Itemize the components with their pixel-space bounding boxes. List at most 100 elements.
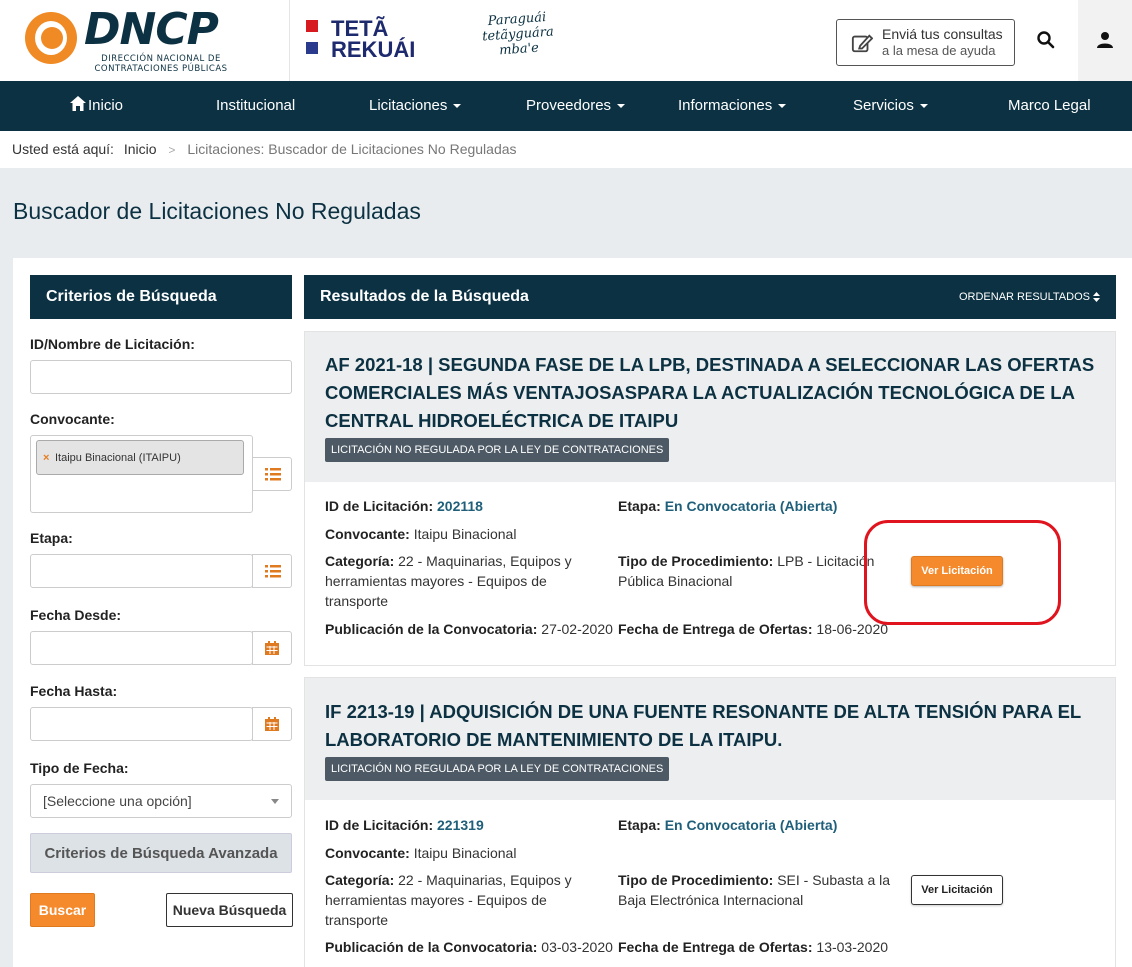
field-label: Etapa:	[618, 817, 661, 833]
etapa-input[interactable]	[30, 554, 253, 588]
breadcrumb-prefix: Usted está aquí:	[12, 141, 114, 157]
fecha-desde-calendar-button[interactable]	[252, 631, 292, 665]
paraguai-logo: Paraguái tetãyguára mba'e	[469, 9, 568, 61]
field-value: Itaipu Binacional	[413, 845, 517, 861]
nav-item-marco-legal[interactable]: Marco Legal	[1008, 81, 1091, 131]
status-badge: LICITACIÓN NO REGULADA POR LA LEY DE CON…	[325, 757, 670, 781]
nav-item-licitaciones[interactable]: Licitaciones	[369, 81, 462, 131]
id-licitacion-field: ID de Licitación: 221319	[325, 815, 484, 835]
result-card-header: AF 2021-18 | SEGUNDA FASE DE LA LPB, DES…	[305, 332, 1115, 482]
red-highlight-annotation	[864, 520, 1061, 625]
header-divider	[289, 0, 290, 81]
teta-line2: REKUÁI	[331, 37, 416, 62]
status-badge: LICITACIÓN NO REGULADA POR LA LEY DE CON…	[325, 438, 670, 462]
id-label: ID/Nombre de Licitación:	[30, 336, 195, 352]
user-icon	[1097, 32, 1113, 48]
entrega-field: Fecha de Entrega de Ofertas: 13-03-2020	[618, 937, 888, 957]
tipo-procedimiento-field: Tipo de Procedimiento: SEI - Subasta a l…	[618, 870, 893, 910]
convocante-tag-label: Itaipu Binacional (ITAIPU)	[55, 452, 181, 464]
tipo-procedimiento-field: Tipo de Procedimiento: LPB - Licitación …	[618, 551, 888, 591]
categoria-field: Categoría: 22 - Maquinarias, Equipos y h…	[325, 551, 590, 611]
result-title[interactable]: AF 2021-18 | SEGUNDA FASE DE LA LPB, DES…	[325, 351, 1095, 435]
calendar-icon	[265, 641, 279, 655]
field-label: Publicación de la Convocatoria:	[325, 939, 538, 955]
breadcrumb-current: Licitaciones: Buscador de Licitaciones N…	[187, 141, 517, 157]
results-heading-label: Resultados de la Búsqueda	[320, 288, 529, 305]
fecha-hasta-calendar-button[interactable]	[252, 707, 292, 741]
help-line2: a la mesa de ayuda	[882, 43, 996, 58]
edit-icon	[851, 34, 873, 53]
publicacion-field: Publicación de la Convocatoria: 27-02-20…	[325, 619, 613, 639]
caret-down-icon	[453, 104, 462, 109]
tipo-fecha-select[interactable]: [Seleccione una opción]	[30, 784, 292, 818]
logo-subtitle: DIRECCIÓN NACIONAL DE CONTRATACIONES PÚB…	[94, 54, 228, 74]
buscar-button[interactable]: Buscar	[30, 893, 95, 927]
id-licitacion-field: ID de Licitación: 202118	[325, 496, 483, 516]
id-search-input[interactable]	[30, 360, 292, 394]
nav-label-institucional: Institucional	[216, 97, 296, 114]
nav-label-proveedores: Proveedores	[526, 97, 612, 114]
nueva-busqueda-button[interactable]: Nueva Búsqueda	[166, 893, 293, 927]
caret-down-icon	[778, 104, 787, 109]
nav-item-informaciones[interactable]: Informaciones	[678, 81, 787, 131]
nav-item-institucional[interactable]: Institucional	[216, 81, 295, 131]
fecha-hasta-input[interactable]	[30, 707, 253, 741]
search-icon[interactable]	[1036, 30, 1056, 50]
result-title[interactable]: IF 2213-19 | ADQUISICIÓN DE UNA FUENTE R…	[325, 698, 1095, 754]
page-title-band: Buscador de Licitaciones No Reguladas	[0, 168, 1132, 258]
result-card: IF 2213-19 | ADQUISICIÓN DE UNA FUENTE R…	[304, 677, 1116, 967]
breadcrumb-home-link[interactable]: Inicio	[124, 141, 157, 157]
field-label: Categoría:	[325, 872, 395, 888]
field-value: 13-03-2020	[816, 939, 889, 955]
tipo-fecha-label: Tipo de Fecha:	[30, 760, 129, 776]
field-value: 27-02-2020	[541, 621, 613, 637]
chevron-down-icon	[271, 799, 279, 804]
advanced-criteria-button[interactable]: Criterios de Búsqueda Avanzada	[30, 833, 292, 873]
dncp-logo-icon[interactable]	[25, 12, 77, 64]
field-label: Etapa:	[618, 498, 661, 514]
fecha-desde-label: Fecha Desde:	[30, 607, 122, 623]
caret-down-icon	[617, 104, 626, 109]
fecha-desde-input[interactable]	[30, 631, 253, 665]
calendar-icon	[265, 717, 279, 731]
order-results-button[interactable]: ORDENAR RESULTADOS	[959, 275, 1100, 319]
caret-down-icon	[919, 104, 928, 109]
ver-licitacion-button[interactable]: Ver Licitación	[911, 875, 1003, 905]
categoria-field: Categoría: 22 - Maquinarias, Equipos y h…	[325, 870, 590, 930]
id-licitacion-link[interactable]: 202118	[437, 498, 483, 514]
remove-tag-icon[interactable]: ×	[43, 441, 49, 476]
order-results-label: ORDENAR RESULTADOS	[958, 291, 1090, 303]
help-desk-button[interactable]: Enviá tus consultas a la mesa de ayuda	[836, 19, 1015, 66]
entrega-field: Fecha de Entrega de Ofertas: 18-06-2020	[618, 619, 888, 639]
main-nav: Inicio Institucional Licitaciones Provee…	[0, 81, 1132, 131]
nav-item-servicios[interactable]: Servicios	[853, 81, 928, 131]
etapa-list-button[interactable]	[252, 554, 292, 588]
field-value: En Convocatoria (Abierta)	[664, 498, 838, 514]
nav-label-marco-legal: Marco Legal	[1008, 97, 1091, 114]
nav-label-servicios: Servicios	[853, 97, 914, 114]
convocante-field: Convocante: Itaipu Binacional	[325, 524, 516, 544]
user-menu[interactable]	[1078, 0, 1132, 81]
nav-label-informaciones: Informaciones	[678, 97, 773, 114]
help-line1: Enviá tus consultas	[882, 26, 1003, 42]
convocante-list-button[interactable]	[252, 457, 292, 491]
convocante-tag[interactable]: × Itaipu Binacional (ITAIPU)	[36, 440, 244, 475]
convocante-label: Convocante:	[30, 411, 115, 427]
publicacion-field: Publicación de la Convocatoria: 03-03-20…	[325, 937, 613, 957]
field-label: Fecha de Entrega de Ofertas:	[618, 621, 813, 637]
field-label: Convocante:	[325, 526, 410, 542]
field-value: En Convocatoria (Abierta)	[664, 817, 838, 833]
criteria-heading: Criterios de Búsqueda	[30, 275, 292, 319]
nav-item-proveedores[interactable]: Proveedores	[526, 81, 626, 131]
page-title: Buscador de Licitaciones No Reguladas	[13, 198, 421, 224]
logo-text[interactable]: DNCP	[84, 6, 219, 54]
blue-square-icon	[306, 42, 318, 54]
nav-item-inicio[interactable]: Inicio	[70, 81, 123, 131]
field-value: Itaipu Binacional	[413, 526, 517, 542]
field-label: ID de Licitación:	[325, 817, 434, 833]
nav-label-licitaciones: Licitaciones	[369, 97, 448, 114]
field-label: Convocante:	[325, 845, 410, 861]
id-licitacion-link[interactable]: 221319	[437, 817, 484, 833]
list-icon	[265, 565, 281, 578]
field-label: Tipo de Procedimiento:	[618, 553, 774, 569]
